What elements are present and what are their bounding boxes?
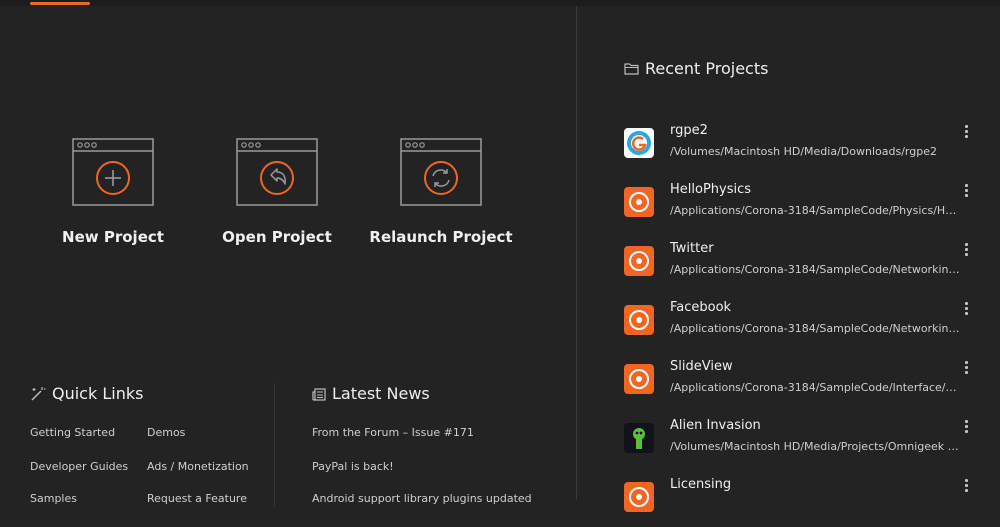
latest-news-title: Latest News [332, 384, 430, 403]
project-path: /Volumes/Macintosh HD/Media/Projects/Omn… [670, 440, 962, 453]
more-options-icon[interactable] [960, 359, 972, 375]
project-name: SlideView [670, 359, 733, 374]
project-actions: New Project Open Project Relaunch Projec… [0, 138, 576, 278]
relaunch-project-button[interactable]: Relaunch Project [361, 138, 521, 278]
quick-link-ads-monetization[interactable]: Ads / Monetization [147, 460, 249, 473]
recent-project-item[interactable]: Licensing [624, 477, 984, 527]
project-name: rgpe2 [670, 123, 708, 138]
magic-wand-icon [31, 387, 46, 401]
quick-link-samples[interactable]: Samples [30, 492, 77, 505]
more-options-icon[interactable] [960, 241, 972, 257]
recent-projects-panel: Recent Projects rgpe2 /Volumes/Macintosh… [577, 6, 1000, 512]
refresh-icon [400, 138, 482, 206]
alien-app-icon [624, 423, 654, 453]
welcome-panel: New Project Open Project Relaunch Projec… [0, 6, 576, 506]
more-options-icon[interactable] [960, 418, 972, 434]
project-path: /Applications/Corona-3184/SampleCode/Net… [670, 322, 962, 335]
recent-project-item[interactable]: HelloPhysics /Applications/Corona-3184/S… [624, 182, 984, 232]
latest-news-section: Latest News From the Forum – Issue #171 … [312, 380, 562, 505]
project-path: /Volumes/Macintosh HD/Media/Downloads/rg… [670, 145, 937, 158]
more-options-icon[interactable] [960, 182, 972, 198]
news-item[interactable]: PayPal is back! [312, 460, 394, 473]
more-options-icon[interactable] [960, 123, 972, 139]
newspaper-icon [312, 387, 326, 401]
more-options-icon[interactable] [960, 477, 972, 493]
quick-link-request-feature[interactable]: Request a Feature [147, 492, 247, 505]
quick-link-demos[interactable]: Demos [147, 426, 185, 439]
active-tab-indicator[interactable] [30, 2, 90, 5]
rgpe-app-icon [624, 128, 654, 158]
plus-circle-icon [72, 138, 154, 206]
project-path: /Applications/Corona-3184/SampleCode/Phy… [670, 204, 962, 217]
project-name: HelloPhysics [670, 182, 752, 197]
recent-projects-title: Recent Projects [645, 59, 769, 78]
news-item[interactable]: Android support library plugins updated [312, 492, 532, 505]
open-project-label: Open Project [222, 228, 332, 246]
new-project-button[interactable]: New Project [33, 138, 193, 278]
corona-icon [624, 482, 654, 512]
back-arrow-icon [236, 138, 318, 206]
project-path: /Applications/Corona-3184/SampleCode/Int… [670, 381, 962, 394]
folder-icon [624, 63, 639, 75]
project-name: Twitter [670, 241, 714, 256]
quick-links-section: Quick Links Getting Started Demos Develo… [30, 380, 270, 505]
relaunch-project-label: Relaunch Project [369, 228, 513, 246]
quick-links-heading: Quick Links [30, 380, 270, 408]
quick-links-title: Quick Links [52, 384, 144, 403]
more-options-icon[interactable] [960, 300, 972, 316]
open-project-button[interactable]: Open Project [197, 138, 357, 278]
recent-project-item[interactable]: SlideView /Applications/Corona-3184/Samp… [624, 359, 984, 409]
latest-news-heading: Latest News [312, 380, 562, 408]
new-project-label: New Project [62, 228, 164, 246]
project-name: Licensing [670, 477, 732, 492]
corona-icon [624, 246, 654, 276]
news-item[interactable]: From the Forum – Issue #171 [312, 426, 474, 439]
project-path: /Applications/Corona-3184/SampleCode/Net… [670, 263, 962, 276]
recent-project-item[interactable]: Alien Invasion /Volumes/Macintosh HD/Med… [624, 418, 984, 468]
section-divider [274, 383, 275, 506]
corona-icon [624, 364, 654, 394]
corona-icon [624, 187, 654, 217]
corona-icon [624, 305, 654, 335]
recent-project-item[interactable]: rgpe2 /Volumes/Macintosh HD/Media/Downlo… [624, 123, 984, 173]
recent-projects-heading: Recent Projects [624, 59, 768, 78]
quick-link-getting-started[interactable]: Getting Started [30, 426, 115, 439]
recent-project-item[interactable]: Facebook /Applications/Corona-3184/Sampl… [624, 300, 984, 350]
project-name: Alien Invasion [670, 418, 761, 433]
recent-project-item[interactable]: Twitter /Applications/Corona-3184/Sample… [624, 241, 984, 291]
project-name: Facebook [670, 300, 732, 315]
quick-link-developer-guides[interactable]: Developer Guides [30, 460, 128, 473]
